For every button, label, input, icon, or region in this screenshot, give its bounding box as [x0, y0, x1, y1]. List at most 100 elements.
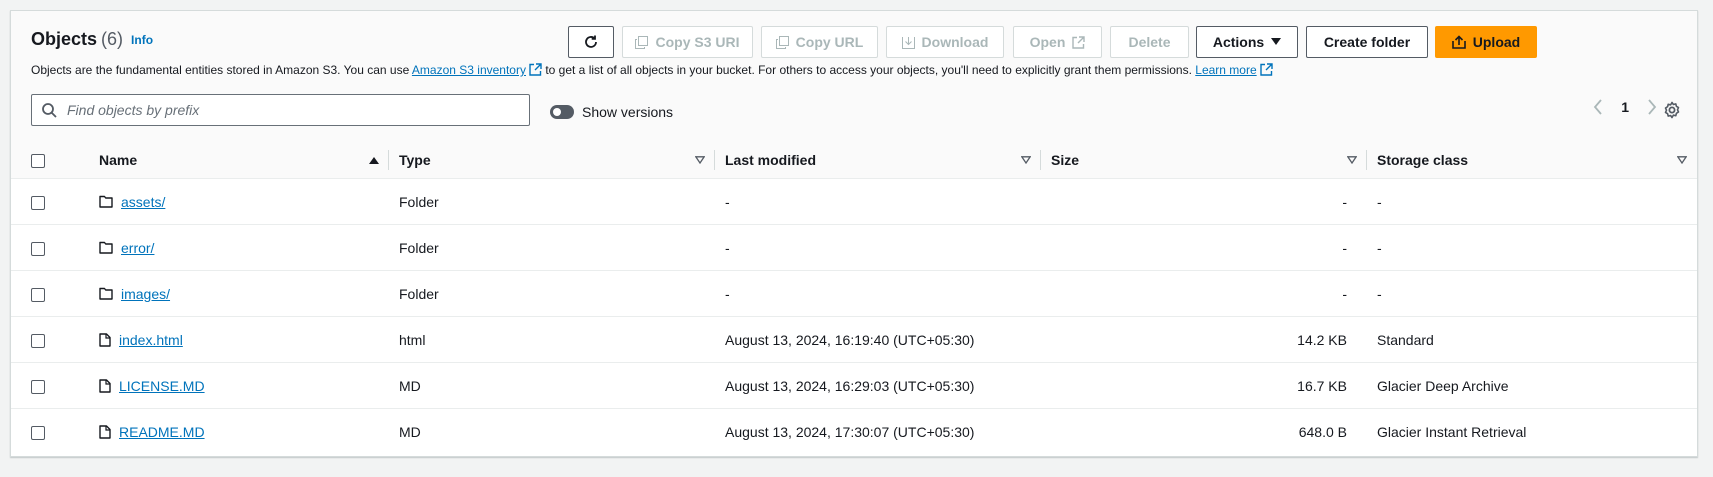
type-cell: Folder: [389, 270, 715, 317]
pagination: 1: [1593, 99, 1657, 115]
object-link[interactable]: LICENSE.MD: [119, 378, 205, 394]
row-select-cell: [11, 362, 89, 409]
row-checkbox[interactable]: [31, 379, 45, 394]
copy-icon: [635, 35, 649, 49]
toggle-knob: [553, 108, 561, 116]
copy-url-label: Copy URL: [795, 34, 864, 50]
size-cell: -: [1041, 178, 1367, 225]
external-link-icon: [529, 63, 542, 76]
type-cell: html: [389, 316, 715, 363]
name-cell: index.html: [89, 316, 389, 363]
table-row: images/ Folder - - -: [11, 270, 1697, 317]
row-checkbox[interactable]: [31, 425, 45, 440]
upload-label: Upload: [1472, 34, 1521, 50]
modified-cell: -: [715, 178, 1041, 225]
show-versions-toggle[interactable]: [550, 105, 574, 119]
file-icon: [99, 424, 111, 439]
object-count: (6): [101, 29, 124, 49]
folder-icon: [99, 287, 113, 300]
storage-class-cell: -: [1367, 270, 1697, 317]
create-folder-button[interactable]: Create folder: [1306, 26, 1428, 58]
objects-header: Objects (6) Info Copy S3 URI Copy URL Down…: [11, 11, 1697, 143]
size-cell: -: [1041, 270, 1367, 317]
s3-inventory-link[interactable]: Amazon S3 inventory: [412, 63, 526, 77]
select-all-checkbox[interactable]: [31, 154, 45, 169]
type-cell: MD: [389, 362, 715, 409]
type-cell: Folder: [389, 178, 715, 225]
row-checkbox[interactable]: [31, 287, 45, 302]
gear-icon[interactable]: [1663, 101, 1681, 119]
row-checkbox[interactable]: [31, 241, 45, 256]
column-name[interactable]: Name: [89, 142, 389, 179]
upload-button[interactable]: Upload: [1435, 26, 1537, 58]
column-size-label: Size: [1051, 152, 1080, 168]
objects-description: Objects are the fundamental entities sto…: [31, 63, 1273, 77]
modified-cell: August 13, 2024, 16:19:40 (UTC+05:30): [715, 316, 1041, 363]
title-text: Objects: [31, 29, 98, 49]
modified-cell: August 13, 2024, 16:29:03 (UTC+05:30): [715, 362, 1041, 409]
size-cell: 648.0 B: [1298, 423, 1347, 440]
info-link[interactable]: Info: [131, 33, 153, 47]
download-label: Download: [921, 34, 989, 50]
name-cell: assets/: [89, 178, 389, 225]
column-last-modified[interactable]: Last modified: [715, 142, 1041, 179]
name-cell: LICENSE.MD: [89, 362, 389, 409]
storage-class-cell: -: [1367, 224, 1697, 271]
column-size[interactable]: Size: [1041, 142, 1367, 179]
objects-table: Name Type Last modified Size Storage cla…: [11, 142, 1697, 454]
refresh-icon: [585, 35, 597, 48]
name-cell: README.MD: [89, 409, 389, 455]
copy-url-button[interactable]: Copy URL: [761, 26, 878, 58]
show-versions: Show versions: [550, 104, 673, 120]
storage-class-cell: Glacier Instant Retrieval: [1377, 423, 1527, 440]
refresh-button[interactable]: [568, 26, 614, 58]
row-select-cell: [11, 224, 89, 271]
object-link[interactable]: README.MD: [119, 424, 205, 440]
column-storage-class[interactable]: Storage class: [1367, 142, 1697, 179]
modified-cell: -: [715, 270, 1041, 317]
name-cell: images/: [89, 270, 389, 317]
open-button[interactable]: Open: [1013, 26, 1102, 58]
current-page[interactable]: 1: [1621, 99, 1629, 115]
objects-panel: Objects (6) Info Copy S3 URI Copy URL Down…: [10, 10, 1698, 457]
search-input[interactable]: [65, 101, 509, 119]
column-type[interactable]: Type: [389, 142, 715, 179]
storage-class-cell: Glacier Deep Archive: [1367, 362, 1697, 409]
chevron-right-icon[interactable]: [1647, 99, 1657, 115]
show-versions-label: Show versions: [582, 104, 674, 120]
object-link[interactable]: images/: [121, 286, 170, 302]
create-folder-label: Create folder: [1323, 34, 1411, 50]
upload-icon: [1451, 35, 1466, 49]
object-link[interactable]: index.html: [119, 332, 183, 348]
caret-down-icon: [1271, 38, 1282, 45]
learn-more-link[interactable]: Learn more: [1195, 63, 1256, 77]
object-link[interactable]: error/: [121, 240, 154, 256]
column-last-modified-label: Last modified: [725, 152, 817, 168]
folder-icon: [99, 241, 113, 254]
size-cell: 14.2 KB: [1041, 316, 1367, 363]
sort-icon: [1021, 156, 1031, 164]
page-title: Objects (6) Info: [31, 29, 153, 50]
table-header-row: Name Type Last modified Size Storage cla…: [11, 142, 1697, 179]
row-select-cell: [11, 316, 89, 363]
external-link-icon: [1072, 35, 1086, 49]
column-name-label: Name: [99, 152, 138, 168]
row-select-cell: [11, 178, 89, 225]
type-cell: MD: [399, 423, 421, 440]
actions-dropdown[interactable]: Actions: [1196, 26, 1298, 58]
name-cell: error/: [89, 224, 389, 271]
file-icon: [99, 332, 111, 347]
object-link[interactable]: assets/: [121, 194, 165, 210]
copy-s3-uri-button[interactable]: Copy S3 URI: [622, 26, 753, 58]
search-field[interactable]: [31, 94, 530, 126]
row-select-cell: [11, 409, 89, 455]
row-checkbox[interactable]: [31, 195, 45, 210]
row-checkbox[interactable]: [31, 333, 45, 348]
table-row: README.MD MD August 13, 2024, 17:30:07 (…: [11, 409, 1697, 455]
delete-button[interactable]: Delete: [1110, 26, 1189, 58]
chevron-left-icon[interactable]: [1593, 99, 1603, 115]
download-button[interactable]: Download: [886, 26, 1004, 58]
select-all-cell: [11, 142, 89, 179]
table-row: error/ Folder - - -: [11, 224, 1697, 271]
sort-ascending-icon: [369, 157, 379, 164]
